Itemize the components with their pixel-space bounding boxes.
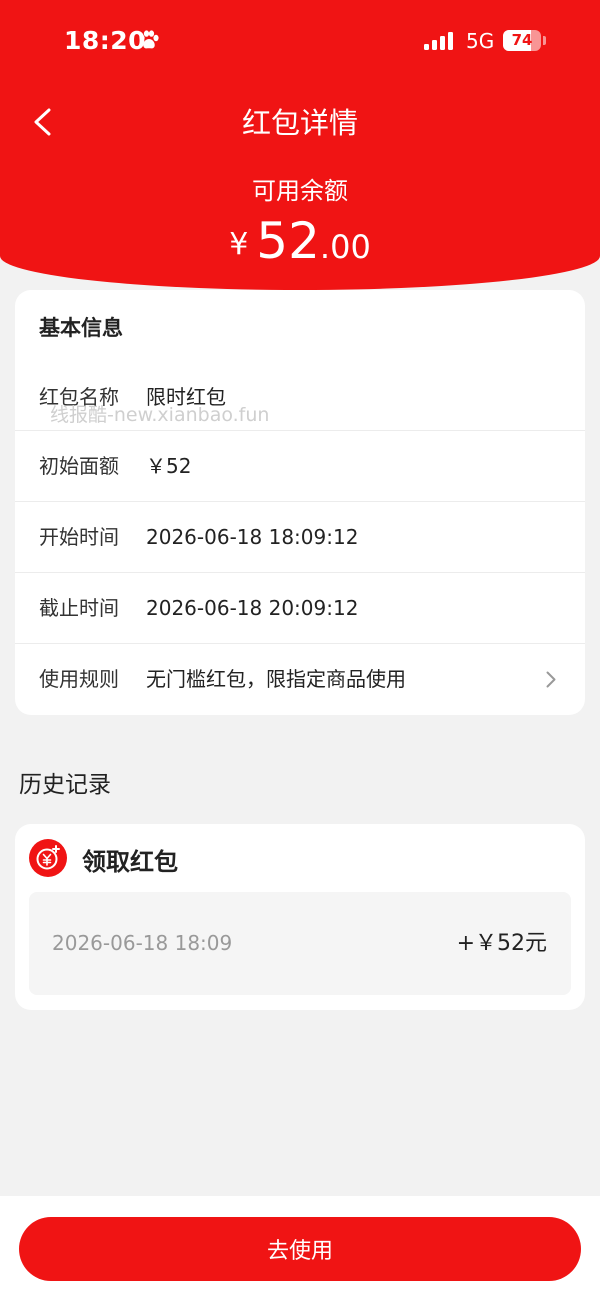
balance-amount: ¥52.00 [0, 212, 600, 270]
battery-cap [543, 36, 546, 45]
history-entry: 2026-06-18 18:09 +￥52元 [29, 892, 571, 995]
balance-label: 可用余额 [252, 177, 348, 205]
paw-icon [139, 30, 159, 49]
history-section-title: 历史记录 [19, 772, 111, 798]
row-label: 初始面额 [39, 454, 119, 478]
info-row-initial-amount: 初始面额 ￥52 [15, 430, 585, 502]
page-title: 红包详情 [241, 106, 358, 140]
status-time: 18:20 [64, 26, 147, 55]
signal-icon [424, 32, 453, 50]
coin-icon [29, 839, 67, 877]
basic-info-title: 基本信息 [39, 316, 123, 340]
info-row-usage-rules[interactable]: 使用规则 无门槛红包，限指定商品使用 [15, 643, 585, 715]
bottom-bar: 去使用 [0, 1196, 600, 1300]
chevron-right-icon [546, 671, 556, 688]
row-value: ￥52 [146, 454, 192, 478]
info-row-start-time: 开始时间 2026-06-18 18:09:12 [15, 501, 585, 573]
history-item-title: 领取红包 [82, 848, 178, 876]
row-label: 截止时间 [39, 596, 119, 620]
history-card: 领取红包 2026-06-18 18:09 +￥52元 [15, 824, 585, 1010]
balance-currency: ¥ [229, 227, 249, 262]
status-bar: 18:20 5G 74 [0, 0, 600, 80]
balance-decimal: .00 [319, 228, 371, 266]
battery-icon: 74 [503, 30, 541, 51]
row-value: 无门槛红包，限指定商品使用 [146, 667, 406, 691]
battery-percent: 74 [511, 31, 533, 49]
row-value: 2026-06-18 20:09:12 [146, 596, 359, 620]
balance-integer: 52 [256, 212, 320, 270]
basic-info-card: 基本信息 红包名称 限时红包 初始面额 ￥52 开始时间 2026-06-18 … [15, 290, 585, 715]
watermark: 线报酷-new.xianbao.fun [50, 404, 270, 426]
network-label: 5G [466, 29, 495, 53]
row-label: 使用规则 [39, 667, 119, 691]
history-entry-time: 2026-06-18 18:09 [52, 931, 233, 955]
row-label: 开始时间 [39, 525, 119, 549]
row-value: 2026-06-18 18:09:12 [146, 525, 359, 549]
use-button[interactable]: 去使用 [19, 1217, 581, 1281]
info-row-end-time: 截止时间 2026-06-18 20:09:12 [15, 572, 585, 644]
history-entry-amount: +￥52元 [456, 931, 547, 956]
